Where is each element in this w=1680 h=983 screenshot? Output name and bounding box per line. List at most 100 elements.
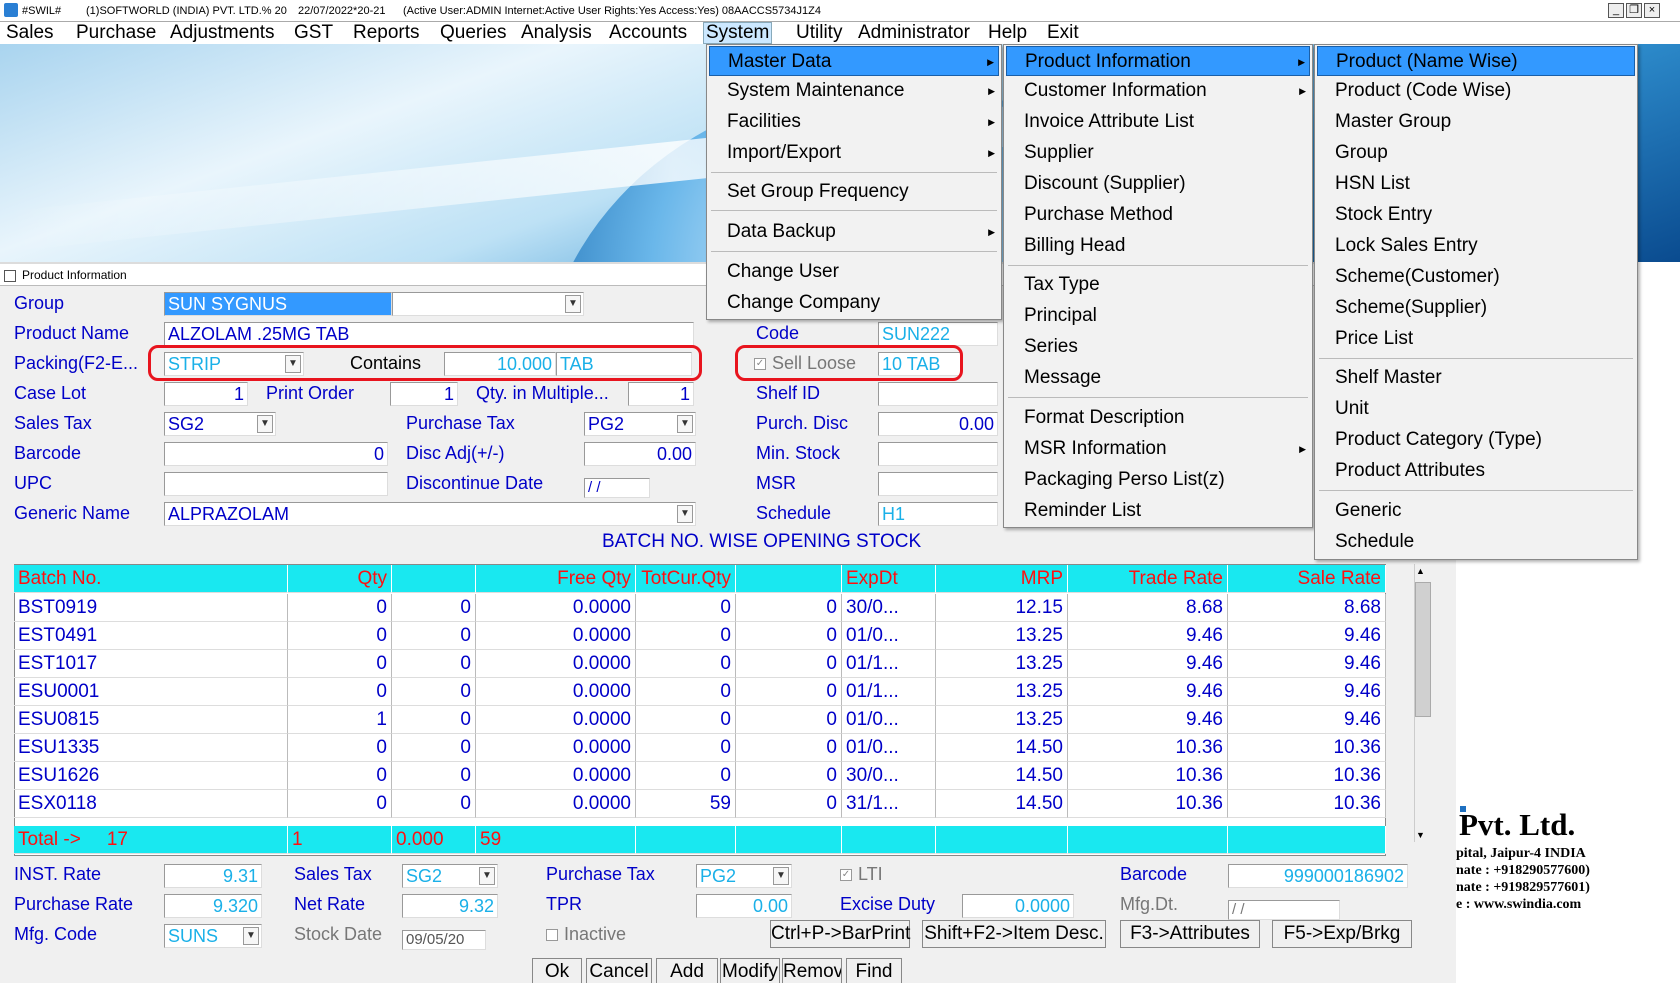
bottom-sales-tax-select[interactable]: SG2 ▼ — [402, 864, 498, 888]
table-cell[interactable]: 0 — [636, 622, 736, 650]
menu-item-system-maintenance[interactable]: System Maintenance ▶ — [709, 76, 999, 106]
checkbox-icon[interactable] — [546, 929, 558, 942]
product-name-input[interactable]: ALZOLAM .25MG TAB — [164, 322, 694, 346]
table-cell[interactable]: 10.36 — [1068, 734, 1228, 762]
attributes-button[interactable]: F3->Attributes — [1120, 920, 1260, 948]
table-cell[interactable]: 0 — [736, 762, 842, 790]
table-cell[interactable]: 0 — [636, 734, 736, 762]
menu-item-series[interactable]: Series — [1006, 332, 1310, 362]
table-cell[interactable]: 01/0... — [842, 622, 936, 650]
column-header[interactable]: MRP — [936, 565, 1068, 593]
menu-queries[interactable]: Queries — [438, 22, 509, 44]
table-cell[interactable]: 0 — [392, 622, 476, 650]
table-cell[interactable]: 0 — [288, 594, 392, 622]
table-cell[interactable]: 9.46 — [1068, 706, 1228, 734]
menu-item-price-list[interactable]: Price List — [1317, 324, 1635, 354]
menu-purchase[interactable]: Purchase — [74, 22, 158, 44]
table-cell[interactable]: 13.25 — [936, 622, 1068, 650]
table-cell[interactable]: 0 — [736, 790, 842, 818]
menu-item-schedule[interactable]: Schedule — [1317, 527, 1635, 557]
bottom-barcode-input[interactable]: 999000186902 — [1228, 864, 1408, 888]
total-totcur[interactable]: 59 — [476, 826, 636, 854]
menu-item-shelf-master[interactable]: Shelf Master — [1317, 363, 1635, 393]
table-cell[interactable]: 14.50 — [936, 790, 1068, 818]
table-cell[interactable]: 0 — [736, 594, 842, 622]
mfg-code-select[interactable]: SUNS ▼ — [164, 924, 262, 948]
barcode-input[interactable]: 0 — [164, 442, 388, 466]
table-cell[interactable]: 10.36 — [1228, 734, 1386, 762]
table-cell[interactable]: 13.25 — [936, 678, 1068, 706]
mfg-dt-input[interactable]: / / — [1228, 900, 1340, 920]
table-cell[interactable]: 0.0000 — [476, 734, 636, 762]
chevron-down-icon[interactable]: ▼ — [565, 295, 581, 313]
menu-item-product-attributes[interactable]: Product Attributes — [1317, 456, 1635, 486]
table-cell[interactable]: 12.15 — [936, 594, 1068, 622]
column-header[interactable]: Qty — [288, 565, 392, 593]
group-dropdown[interactable]: ▼ — [392, 292, 584, 316]
generic-name-select[interactable]: ALPRAZOLAM ▼ — [164, 502, 696, 526]
menu-item-hsn-list[interactable]: HSN List — [1317, 169, 1635, 199]
menu-item-change-company[interactable]: Change Company — [709, 288, 999, 318]
menu-item-scheme-customer[interactable]: Scheme(Customer) — [1317, 262, 1635, 292]
menu-item-reminder-list[interactable]: Reminder List — [1006, 496, 1310, 526]
menu-item-purchase-method[interactable]: Purchase Method — [1006, 200, 1310, 230]
menu-item-master-group[interactable]: Master Group — [1317, 107, 1635, 137]
table-cell[interactable]: 0.0000 — [476, 622, 636, 650]
menu-gst[interactable]: GST — [292, 22, 335, 44]
table-cell[interactable]: 0.0000 — [476, 706, 636, 734]
min-stock-input[interactable] — [878, 442, 998, 466]
tpr-input[interactable]: 0.00 — [696, 894, 792, 918]
total-cell[interactable] — [1228, 826, 1386, 854]
table-cell[interactable]: 30/0... — [842, 762, 936, 790]
table-cell[interactable]: 0 — [392, 762, 476, 790]
menu-item-product-information[interactable]: Product Information ▶ — [1006, 46, 1310, 76]
menu-item-packaging-perso-list[interactable]: Packaging Perso List(z) — [1006, 465, 1310, 495]
menu-item-group[interactable]: Group — [1317, 138, 1635, 168]
table-cell[interactable]: 0 — [392, 594, 476, 622]
stock-date-input[interactable]: 09/05/20 — [402, 930, 486, 950]
table-cell[interactable]: 0 — [636, 706, 736, 734]
inst-rate-input[interactable]: 9.31 — [164, 864, 262, 888]
menu-item-invoice-attribute-list[interactable]: Invoice Attribute List — [1006, 107, 1310, 137]
menu-item-generic[interactable]: Generic — [1317, 496, 1635, 526]
table-cell[interactable]: 0 — [392, 678, 476, 706]
table-cell[interactable]: 9.46 — [1228, 650, 1386, 678]
table-cell[interactable]: 01/0... — [842, 706, 936, 734]
cancel-button[interactable]: Cancel — [586, 958, 652, 983]
menu-administrator[interactable]: Administrator — [856, 22, 972, 44]
find-button[interactable]: Find — [846, 958, 902, 983]
chevron-down-icon[interactable]: ▼ — [677, 505, 693, 523]
table-cell[interactable]: ESU0001 — [14, 678, 288, 706]
menu-item-lock-sales-entry[interactable]: Lock Sales Entry — [1317, 231, 1635, 261]
bottom-purchase-tax-select[interactable]: PG2 ▼ — [696, 864, 792, 888]
schedule-input[interactable]: H1 — [878, 502, 998, 526]
table-cell[interactable]: 0.0000 — [476, 650, 636, 678]
table-cell[interactable]: 0 — [288, 650, 392, 678]
chevron-down-icon[interactable]: ▼ — [243, 927, 259, 945]
menu-item-message[interactable]: Message — [1006, 363, 1310, 393]
table-cell[interactable]: 0 — [392, 734, 476, 762]
lti-checkbox[interactable]: ✓ LTI — [840, 862, 883, 886]
table-cell[interactable]: 0 — [288, 622, 392, 650]
menu-item-facilities[interactable]: Facilities ▶ — [709, 107, 999, 137]
sales-tax-select[interactable]: SG2 ▼ — [164, 412, 276, 436]
table-cell[interactable]: 13.25 — [936, 706, 1068, 734]
remove-button[interactable]: Remove — [782, 958, 842, 983]
column-header[interactable]: Sale Rate — [1228, 565, 1386, 593]
total-cell[interactable] — [636, 826, 736, 854]
column-header[interactable] — [736, 565, 842, 593]
table-cell[interactable]: 0 — [636, 650, 736, 678]
table-cell[interactable]: 0 — [736, 706, 842, 734]
menu-item-master-data[interactable]: Master Data ▶ — [709, 46, 999, 76]
column-header[interactable]: Batch No. — [14, 565, 288, 593]
ok-button[interactable]: Ok — [532, 958, 582, 983]
table-cell[interactable]: 01/0... — [842, 734, 936, 762]
total-qty[interactable]: 1 — [288, 826, 392, 854]
table-cell[interactable]: 0 — [392, 790, 476, 818]
menu-help[interactable]: Help — [986, 22, 1029, 44]
total-cell[interactable] — [1068, 826, 1228, 854]
menu-item-set-group-frequency[interactable]: Set Group Frequency — [709, 177, 999, 207]
table-cell[interactable]: 10.36 — [1068, 762, 1228, 790]
table-cell[interactable]: 10.36 — [1228, 762, 1386, 790]
exp-brkg-button[interactable]: F5->Exp/Brkg — [1272, 920, 1412, 948]
